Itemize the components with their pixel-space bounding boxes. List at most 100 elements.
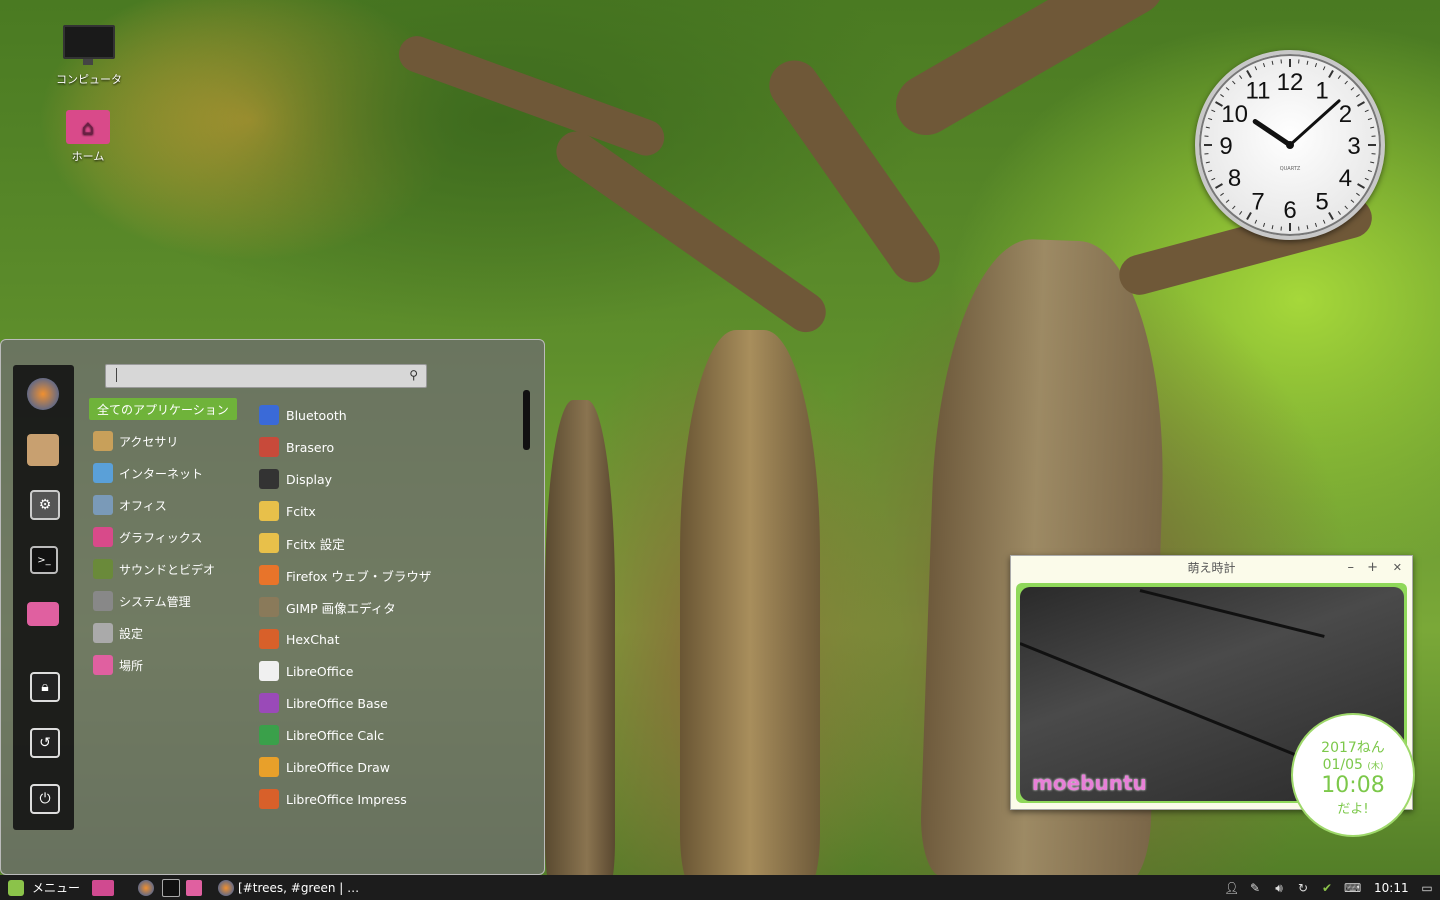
clock-tick bbox=[1370, 161, 1375, 164]
show-desktop-icon[interactable]: ▭ bbox=[1420, 875, 1434, 900]
clock-tick bbox=[1220, 192, 1224, 196]
update-icon[interactable]: ↻ bbox=[1296, 881, 1310, 895]
clock-tick bbox=[1357, 183, 1365, 189]
app-label: LibreOffice Draw bbox=[286, 759, 391, 775]
clock-numeral: 1 bbox=[1315, 78, 1328, 105]
close-button[interactable]: ✕ bbox=[1393, 556, 1402, 580]
search-icon: ⚲ bbox=[409, 368, 418, 382]
clock-numeral: 6 bbox=[1283, 197, 1296, 224]
analog-clock-widget[interactable]: 12 1 2 3 4 5 6 7 8 9 10 11 QUARTZ bbox=[1195, 50, 1385, 240]
clock-numeral: 11 bbox=[1246, 78, 1271, 105]
clock-tick bbox=[1322, 219, 1326, 224]
clock-brand: QUARTZ bbox=[1280, 166, 1301, 172]
app-icon bbox=[259, 789, 279, 809]
lock-screen-icon[interactable]: 🔒︎ bbox=[30, 672, 60, 702]
speech-bubble: 2017ねん 01/05 (木) 10:08 だよ! bbox=[1291, 713, 1415, 837]
clock-tick bbox=[1225, 199, 1230, 203]
desktop-icon-home[interactable]: ⌂ ホーム bbox=[48, 110, 128, 164]
terminal-launcher[interactable] bbox=[162, 875, 180, 900]
clock-tick bbox=[1322, 66, 1326, 71]
app-item[interactable]: LibreOffice bbox=[259, 659, 353, 683]
category-item[interactable]: 場所 bbox=[93, 654, 143, 676]
terminal-icon[interactable]: >_ bbox=[30, 546, 58, 574]
firefox-launcher[interactable] bbox=[138, 875, 154, 900]
keyboard-icon[interactable]: ⌨ bbox=[1344, 881, 1361, 895]
clock-numeral: 10 bbox=[1221, 101, 1248, 128]
decor-stripe bbox=[1020, 642, 1299, 758]
category-label: アクセサリ bbox=[119, 434, 179, 449]
app-item[interactable]: LibreOffice Calc bbox=[259, 723, 384, 747]
minimize-button[interactable]: – bbox=[1348, 556, 1355, 580]
maximize-button[interactable]: + bbox=[1367, 556, 1378, 580]
app-item[interactable]: HexChat bbox=[259, 627, 339, 651]
search-input[interactable]: ⚲ bbox=[105, 364, 427, 388]
app-item[interactable]: GIMP 画像エディタ bbox=[259, 595, 396, 619]
clock-tick bbox=[1239, 211, 1243, 215]
category-icon bbox=[93, 559, 113, 579]
user-icon[interactable]: 👤︎ bbox=[1224, 881, 1239, 895]
tree-branch bbox=[393, 31, 670, 161]
text-caret bbox=[116, 368, 117, 382]
clock-tick bbox=[1367, 117, 1372, 121]
logout-icon[interactable]: ↺ bbox=[30, 728, 60, 758]
taskbar-window-button[interactable]: [#trees, #green | … bbox=[218, 875, 359, 900]
clock-tick bbox=[1225, 87, 1230, 91]
firefox-icon[interactable] bbox=[27, 378, 59, 410]
category-label: システム管理 bbox=[119, 594, 191, 609]
window-titlebar[interactable]: 萌え時計 – + ✕ bbox=[1011, 556, 1412, 580]
menu-button[interactable]: メニュー bbox=[8, 875, 80, 900]
app-item[interactable]: LibreOffice Impress bbox=[259, 787, 407, 811]
panel-clock[interactable]: 10:11 bbox=[1374, 875, 1409, 900]
volume-icon[interactable]: 🔊︎ bbox=[1272, 881, 1286, 895]
clock-tick bbox=[1220, 94, 1224, 98]
clock-tick bbox=[1367, 169, 1372, 173]
clock-tick bbox=[1344, 205, 1348, 210]
show-desktop-launcher[interactable] bbox=[92, 875, 114, 900]
app-item[interactable]: LibreOffice Draw bbox=[259, 755, 390, 779]
app-item[interactable]: Bluetooth bbox=[259, 403, 347, 427]
application-menu: ⚙ >_ 🔒︎ ↺ ⏻ ⚲ 全てのアプリケーションアクセサリインターネットオフィ… bbox=[0, 339, 545, 875]
app-item[interactable]: Fcitx bbox=[259, 499, 316, 523]
clock-numeral: 2 bbox=[1339, 101, 1352, 128]
app-item[interactable]: Brasero bbox=[259, 435, 334, 459]
clock-tick bbox=[1262, 63, 1266, 68]
app-item[interactable]: Fcitx 設定 bbox=[259, 531, 345, 555]
scrollbar[interactable] bbox=[523, 390, 530, 450]
category-icon bbox=[93, 655, 113, 675]
clock-tick bbox=[1370, 126, 1375, 129]
clock-tick bbox=[1337, 75, 1341, 79]
category-item[interactable]: グラフィックス bbox=[93, 526, 202, 548]
category-item[interactable]: インターネット bbox=[93, 462, 203, 484]
category-item[interactable]: サウンドとビデオ bbox=[93, 558, 215, 580]
network-icon[interactable]: ✎ bbox=[1248, 881, 1262, 895]
system-settings-icon[interactable]: ⚙ bbox=[30, 490, 60, 520]
app-label: Fcitx 設定 bbox=[286, 536, 345, 552]
category-item[interactable]: 全てのアプリケーション bbox=[89, 398, 237, 420]
clock-tick bbox=[1254, 219, 1258, 224]
app-icon bbox=[259, 437, 279, 457]
shutdown-icon[interactable]: ⏻ bbox=[30, 784, 60, 814]
clock-tick bbox=[1271, 225, 1274, 230]
files-launcher[interactable] bbox=[186, 875, 202, 900]
files-icon[interactable] bbox=[27, 602, 59, 626]
moe-clock-window: 萌え時計 – + ✕ moebuntu 2017ねん 01/05 (木) 10:… bbox=[1010, 555, 1415, 837]
decor-stripe bbox=[1139, 589, 1325, 638]
category-item[interactable]: システム管理 bbox=[93, 590, 191, 612]
clock-tick bbox=[1328, 212, 1334, 220]
app-label: LibreOffice Calc bbox=[286, 727, 385, 743]
app-item[interactable]: LibreOffice Base bbox=[259, 691, 388, 715]
app-item[interactable]: Display bbox=[259, 467, 332, 491]
app-icon bbox=[259, 597, 279, 617]
software-manager-icon[interactable] bbox=[27, 434, 59, 466]
clock-tick bbox=[1314, 222, 1318, 227]
shield-icon[interactable]: ✔ bbox=[1320, 881, 1334, 895]
desktop-icon-computer[interactable]: コンピュータ bbox=[49, 25, 129, 87]
category-item[interactable]: 設定 bbox=[93, 622, 143, 644]
category-item[interactable]: アクセサリ bbox=[93, 430, 178, 452]
category-item[interactable]: オフィス bbox=[93, 494, 167, 516]
category-label: インターネット bbox=[119, 466, 204, 481]
clock-tick bbox=[1254, 66, 1258, 71]
firefox-icon bbox=[218, 879, 234, 896]
app-item[interactable]: Firefox ウェブ・ブラウザ bbox=[259, 563, 431, 587]
clock-tick bbox=[1314, 63, 1318, 68]
